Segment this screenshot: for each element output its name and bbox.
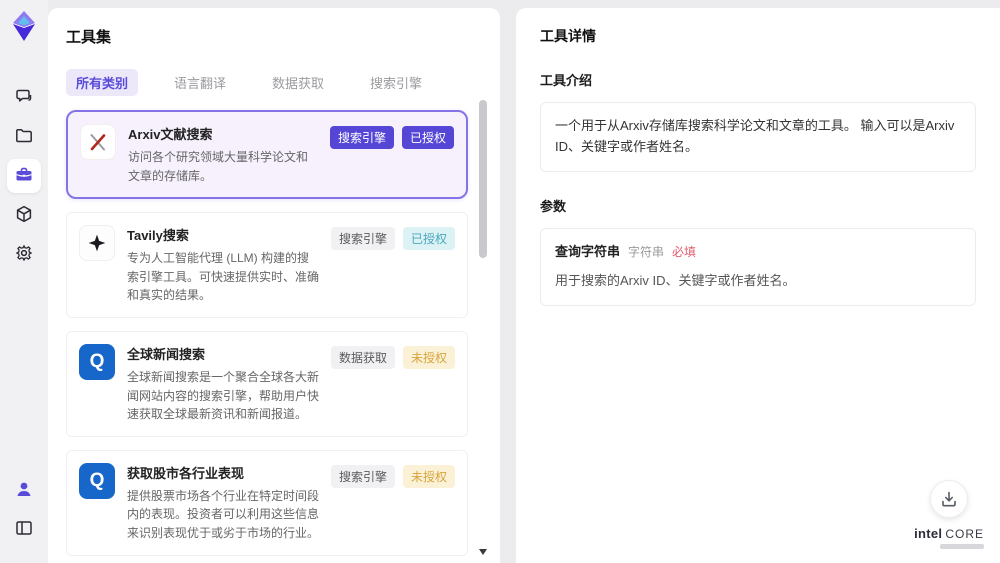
list-scrollbar[interactable] [479, 94, 487, 555]
main-area: 工具集 所有类别 语言翻译 数据获取 搜索引擎 Arxiv文献搜索 访问各个研究领域大… [48, 0, 1000, 563]
tool-name: 全球新闻搜索 [127, 346, 206, 362]
rail-item-panel-toggle-icon[interactable] [7, 512, 41, 546]
tool-description: 访问各个研究领域大量科学论文和文章的存储库。 [128, 150, 309, 183]
tool-card[interactable]: Arxiv文献搜索 访问各个研究领域大量科学论文和文章的存储库。 搜索引擎 已授… [66, 110, 468, 200]
category-tab[interactable]: 语言翻译 [164, 69, 236, 96]
rail-item-cube-icon[interactable] [7, 198, 41, 232]
corner-widgets: intel core [914, 480, 984, 549]
scrollbar-thumb[interactable] [479, 100, 487, 258]
toolset-title: 工具集 [66, 29, 112, 46]
tool-badges: 数据获取 未授权 [330, 345, 455, 369]
blue-search-icon: Q [89, 469, 105, 491]
param-name: 查询字符串 [555, 243, 621, 259]
tool-badges: 搜索引擎 已授权 [330, 227, 455, 251]
params-section-title: 参数 [540, 198, 567, 214]
left-icon-rail [0, 0, 48, 563]
intro-section-title: 工具介绍 [540, 73, 593, 88]
download-icon [942, 491, 956, 507]
gear-icon [14, 243, 34, 266]
param-description: 用于搜索的Arxiv ID、关键字或作者姓名。 [555, 273, 796, 289]
category-badge: 数据获取 [330, 345, 395, 369]
arxiv-logo-icon [90, 134, 106, 151]
tool-card-body: 获取股市各行业表现 提供股票市场各个行业在特定时间段内的表现。投资者可以利用这些… [127, 463, 331, 543]
panel-toggle-icon [14, 518, 34, 541]
tool-intro-box: 一个用于从Arxiv存储库搜索科学论文和文章的工具。 输入可以是Arxiv ID… [540, 102, 976, 172]
tool-description: 提供股票市场各个行业在特定时间段内的表现。投资者可以利用这些信息来识别表现优于或… [127, 488, 320, 540]
auth-status-badge: 未授权 [402, 464, 455, 488]
param-required-flag: 必填 [672, 244, 697, 259]
tool-card[interactable]: Tavily搜索 专为人工智能代理 (LLM) 构建的搜索引擎工具。可快速提供实… [66, 212, 468, 318]
category-badge: 搜索引擎 [330, 464, 395, 488]
rail-nav [7, 76, 41, 276]
param-box: 查询字符串 字符串 必填 用于搜索的Arxiv ID、关键字或作者姓名。 [540, 227, 976, 307]
scrollbar-down-arrow[interactable] [479, 549, 487, 555]
rail-item-chat-icon[interactable] [7, 81, 41, 115]
blue-search-icon: Q [89, 350, 105, 372]
category-tab[interactable]: 所有类别 [66, 69, 139, 96]
auth-status-badge: 已授权 [402, 227, 455, 251]
category-tab[interactable]: 数据获取 [262, 69, 334, 96]
tool-list: Arxiv文献搜索 访问各个研究领域大量科学论文和文章的存储库。 搜索引擎 已授… [66, 110, 500, 563]
toolset-panel: 工具集 所有类别 语言翻译 数据获取 搜索引擎 Arxiv文献搜索 访问各个研究领域大… [48, 8, 500, 563]
app-logo-icon[interactable] [9, 10, 39, 42]
download-button[interactable] [930, 480, 969, 518]
param-head: 查询字符串 字符串 必填 [555, 242, 961, 263]
folder-icon [14, 126, 34, 149]
user-icon [14, 479, 34, 502]
tool-description: 专为人工智能代理 (LLM) 构建的搜索引擎工具。可快速提供实时、准确和真实的结… [127, 251, 320, 303]
arxiv-logo-icon [80, 124, 116, 160]
details-title: 工具详情 [540, 28, 596, 44]
auth-status-badge: 已授权 [401, 126, 454, 149]
category-badge: 搜索引擎 [330, 227, 395, 251]
brand-intel: intel [914, 526, 943, 541]
cube-icon [14, 204, 34, 227]
tool-card[interactable]: Q 获取股市各行业表现 提供股票市场各个行业在特定时间段内的表现。投资者可以利用… [66, 449, 468, 556]
blue-search-icon: Q [79, 343, 115, 380]
tool-name: Arxiv文献搜索 [128, 127, 213, 142]
tool-card-body: Tavily搜索 专为人工智能代理 (LLM) 构建的搜索引擎工具。可快速提供实… [127, 225, 331, 305]
param-type: 字符串 [628, 244, 665, 259]
star-icon [88, 234, 106, 252]
blue-search-icon: Q [79, 462, 115, 499]
tool-badges: 搜索引擎 未授权 [330, 464, 455, 488]
tool-badges: 搜索引擎 已授权 [329, 126, 454, 149]
briefcase-icon [14, 165, 34, 188]
rail-item-briefcase-icon[interactable] [7, 159, 41, 193]
tool-card-body: Arxiv文献搜索 访问各个研究领域大量科学论文和文章的存储库。 [128, 124, 330, 185]
rail-bottom [7, 468, 41, 551]
tool-name: 获取股市各行业表现 [127, 465, 245, 481]
tool-card-body: 全球新闻搜索 全球新闻搜索是一个聚合全球各大新闻网站内容的搜索引擎，帮助用户快速… [127, 344, 331, 424]
tool-description: 全球新闻搜索是一个聚合全球各大新闻网站内容的搜索引擎，帮助用户快速获取全球最新资… [127, 369, 320, 422]
chat-icon [14, 87, 34, 110]
rail-item-gear-icon[interactable] [7, 237, 41, 271]
brand-core: core [945, 527, 984, 541]
star-icon [79, 225, 115, 262]
category-badge: 搜索引擎 [329, 126, 394, 149]
tool-card[interactable]: Q 全球新闻搜索 全球新闻搜索是一个聚合全球各大新闻网站内容的搜索引擎，帮助用户… [66, 330, 468, 437]
rail-item-user-icon[interactable] [7, 473, 41, 507]
category-tab[interactable]: 搜索引擎 [360, 69, 432, 96]
category-tabs: 所有类别 语言翻译 数据获取 搜索引擎 [66, 69, 500, 96]
auth-status-badge: 未授权 [402, 345, 455, 369]
intel-core-logo: intel core [914, 526, 984, 541]
rail-item-folder-icon[interactable] [7, 120, 41, 154]
brand-bar [940, 544, 984, 549]
tool-name: Tavily搜索 [127, 228, 189, 244]
